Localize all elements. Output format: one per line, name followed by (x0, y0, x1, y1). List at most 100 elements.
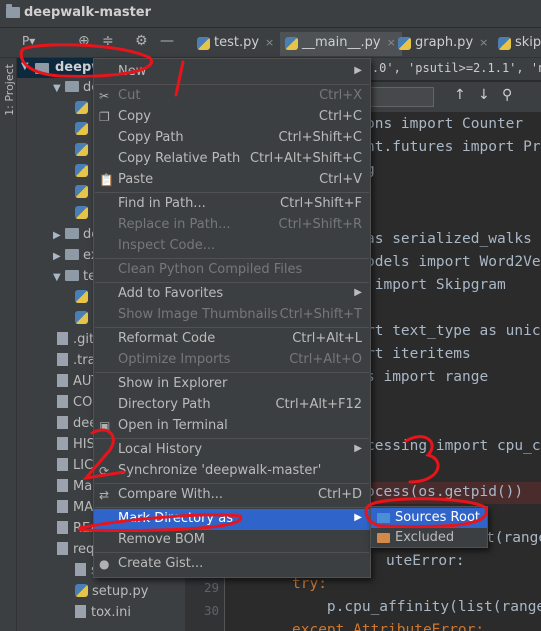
tree-item[interactable] (75, 311, 92, 332)
expand-arrow-icon[interactable]: ▼ (21, 61, 29, 72)
mark-directory-submenu: Sources Root Excluded (370, 506, 488, 548)
menu-item-label: Copy (118, 109, 151, 124)
collapse-icon[interactable]: ≑ (102, 33, 114, 49)
code-line: uteError: (386, 553, 465, 569)
close-tab-icon[interactable]: × (479, 36, 488, 49)
menu-item-add-to-favorites[interactable]: Add to Favorites ▶ (94, 284, 370, 305)
tree-item[interactable]: setup.py (75, 584, 148, 605)
project-tool-tab[interactable]: 1: Project (3, 64, 16, 116)
submenu-arrow-icon: ▶ (354, 287, 362, 298)
line-number: 29 (203, 580, 219, 595)
submenu-arrow-icon: ▶ (354, 65, 362, 76)
locate-icon[interactable]: ⊕ (78, 33, 90, 49)
menu-item-reformat-code[interactable]: Reformat Code Ctrl+Alt+L (94, 329, 370, 350)
project-view-selector[interactable]: P▾ (22, 34, 35, 48)
menu-item-label: Paste (118, 172, 154, 187)
menu-item-icon: ⇄ (99, 488, 110, 502)
python-file-icon (285, 37, 298, 50)
gear-icon[interactable]: ⚙ (135, 33, 148, 49)
text-file-icon (57, 416, 68, 429)
menu-item-icon: ❐ (99, 110, 110, 124)
tree-item[interactable] (75, 290, 92, 311)
submenu-arrow-icon: ▶ (354, 512, 362, 523)
menu-item-show-in-explorer[interactable]: Show in Explorer (94, 374, 370, 395)
tree-item[interactable] (75, 164, 92, 185)
close-tab-icon[interactable]: × (265, 36, 274, 49)
menu-item-copy[interactable]: ❐ Copy Ctrl+C (94, 107, 370, 128)
menu-item-shortcut: Ctrl+X (319, 88, 362, 103)
code-line: import Skipgram (366, 277, 506, 293)
folder-icon (35, 63, 49, 74)
editor-tab[interactable]: test.py × (192, 32, 280, 56)
menu-separator (95, 282, 369, 283)
menu-item-shortcut: Ctrl+Alt+F12 (275, 397, 362, 412)
collapsed-arrow-icon[interactable]: ▶ (53, 230, 65, 241)
prev-occurrence-icon[interactable]: ↑ (454, 87, 466, 103)
menu-item-find-in-path[interactable]: Find in Path... Ctrl+Shift+F (94, 194, 370, 215)
expanded-arrow-icon[interactable]: ▼ (53, 272, 65, 283)
expanded-arrow-icon[interactable]: ▼ (53, 83, 65, 94)
menu-item-shortcut: Ctrl+Alt+O (289, 352, 362, 367)
tree-item[interactable] (75, 206, 92, 227)
menu-item-open-in-terminal[interactable]: ▣ Open in Terminal (94, 416, 370, 437)
hide-icon[interactable]: — (160, 33, 174, 49)
python-file-icon (75, 206, 88, 219)
tree-item-label: req (73, 542, 95, 557)
code-line: p.cpu_affinity(list(range (292, 599, 541, 615)
collapsed-arrow-icon[interactable]: ▶ (53, 251, 65, 262)
tree-item[interactable] (75, 185, 92, 206)
menu-item-copy-path[interactable]: Copy Path Ctrl+Shift+C (94, 128, 370, 149)
menu-item-icon: ✂ (99, 89, 110, 103)
menu-item-shortcut: Ctrl+D (317, 487, 362, 502)
tree-item[interactable]: req (57, 542, 94, 563)
menu-item-local-history[interactable]: Local History ▶ (94, 440, 370, 461)
menu-item-directory-path[interactable]: Directory Path Ctrl+Alt+F12 (94, 395, 370, 416)
menu-item-compare-with[interactable]: ⇄ Compare With... Ctrl+D (94, 485, 370, 506)
menu-item-icon: ● (99, 557, 110, 571)
menu-item-remove-bom[interactable]: Remove BOM (94, 530, 370, 551)
menu-item-shortcut: Ctrl+Shift+R (278, 217, 363, 232)
menu-item-shortcut: Ctrl+Shift+C (278, 130, 362, 145)
menu-item-synchronize-deepwalk-master[interactable]: ⟳ Synchronize 'deepwalk-master' (94, 461, 370, 482)
python-file-icon (75, 101, 88, 114)
tree-item[interactable] (75, 101, 92, 122)
editor-tab[interactable]: graph.py × (393, 32, 494, 56)
tree-item[interactable]: HIS (57, 437, 95, 458)
tree-item[interactable] (75, 122, 92, 143)
tree-item[interactable]: dee (57, 416, 97, 437)
editor-tab[interactable]: __main__.py × (280, 32, 402, 56)
menu-item-copy-relative-path[interactable]: Copy Relative Path Ctrl+Alt+Shift+C (94, 149, 370, 170)
menu-item-paste[interactable]: 📋 Paste Ctrl+V (94, 170, 370, 191)
find-options-icon[interactable]: ⚲ (502, 87, 512, 103)
text-file-icon (57, 500, 68, 513)
tab-label: skip (515, 35, 541, 50)
tab-label: graph.py (415, 35, 474, 50)
editor-tab[interactable]: skip (493, 32, 541, 56)
text-file-icon (57, 521, 68, 534)
menu-item-mark-directory-as[interactable]: Mark Directory as ▶ (94, 509, 370, 530)
menu-item-clean-python-compiled-files: Clean Python Compiled Files (94, 260, 370, 281)
tree-item[interactable]: MA (57, 500, 93, 521)
folder-icon (377, 533, 390, 543)
tree-item[interactable]: LIC (57, 458, 93, 479)
tree-item[interactable] (75, 143, 92, 164)
tree-item[interactable]: tox.ini (75, 605, 131, 626)
menu-item-label: Inspect Code... (118, 238, 216, 253)
python-file-icon (75, 185, 88, 198)
menu-separator (95, 438, 369, 439)
menu-item-label: Show in Explorer (118, 376, 228, 391)
tree-item[interactable]: .tra (57, 353, 96, 374)
tree-item[interactable]: .git (57, 332, 94, 353)
next-occurrence-icon[interactable]: ↓ (478, 87, 490, 103)
tree-item-label: MA (73, 500, 94, 515)
menu-item-new[interactable]: New ▶ (94, 62, 370, 83)
code-line: cessing import cpu_c (366, 438, 541, 454)
submenu-item-sources-root[interactable]: Sources Root (371, 508, 487, 528)
tree-item[interactable]: CO (57, 395, 92, 416)
menu-item-shortcut: Ctrl+Alt+Shift+C (249, 151, 362, 166)
tree-item[interactable]: Ma (57, 479, 92, 500)
tab-label: __main__.py (302, 35, 381, 50)
submenu-item-excluded[interactable]: Excluded (371, 528, 487, 548)
menu-item-create-gist[interactable]: ● Create Gist... (94, 554, 370, 575)
menu-item-replace-in-path: Replace in Path... Ctrl+Shift+R (94, 215, 370, 236)
